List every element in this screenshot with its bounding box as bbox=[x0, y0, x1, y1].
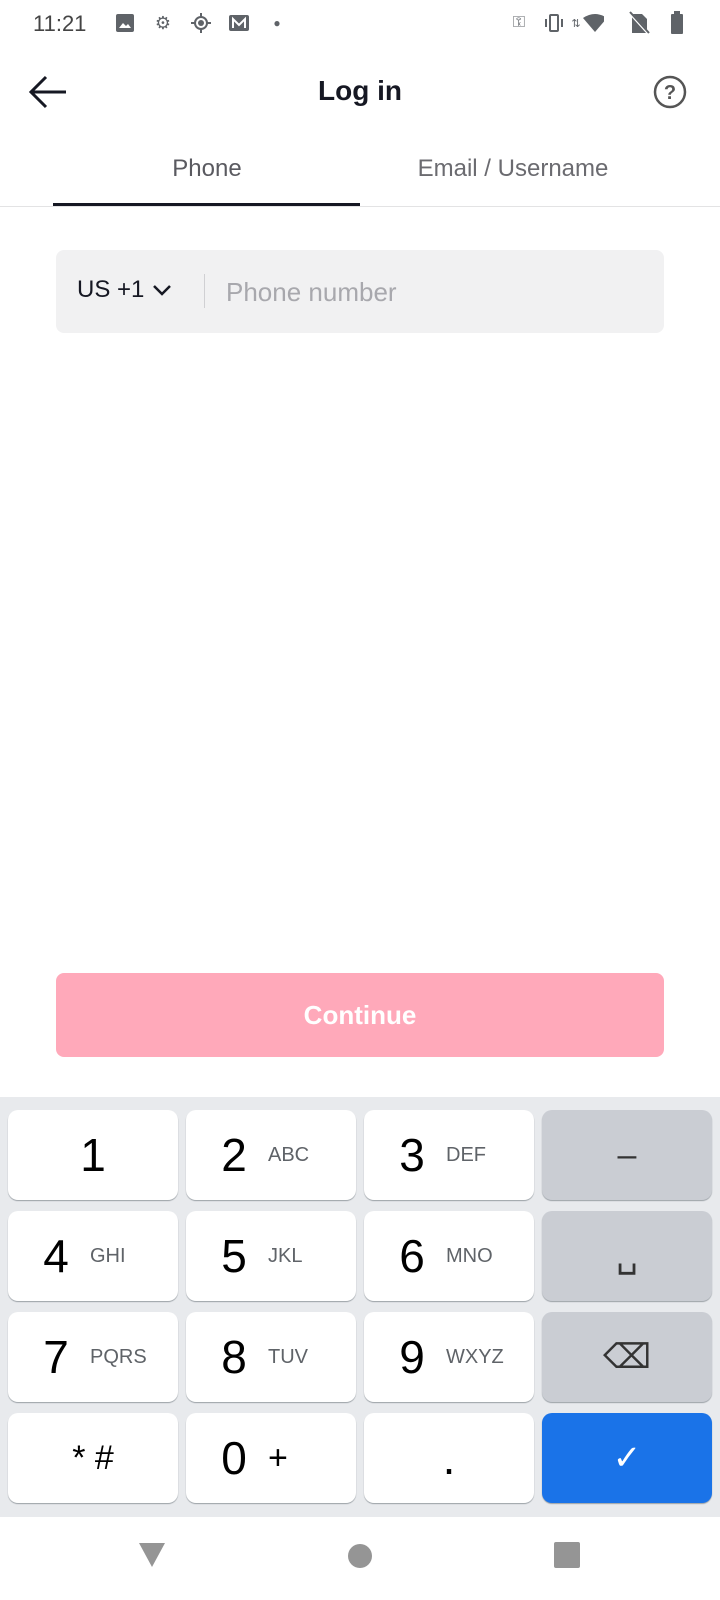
page-title: Log in bbox=[318, 75, 402, 106]
recents-square-icon[interactable] bbox=[554, 1542, 580, 1570]
key-0[interactable]: 0 + bbox=[186, 1413, 356, 1503]
divider bbox=[0, 206, 720, 207]
key-7[interactable]: 7 PQRS bbox=[8, 1312, 178, 1402]
key-digit: 6 bbox=[399, 1230, 425, 1282]
space-icon: ␣ bbox=[616, 1237, 638, 1275]
check-icon: ✓ bbox=[612, 1439, 642, 1477]
svg-text:?: ? bbox=[664, 82, 676, 104]
key-letters: DEF bbox=[446, 1143, 486, 1166]
back-triangle-icon[interactable] bbox=[138, 1541, 166, 1569]
continue-button[interactable]: Continue bbox=[56, 973, 664, 1057]
key-6[interactable]: 6 MNO bbox=[364, 1211, 534, 1301]
wifi-icon bbox=[582, 12, 604, 34]
image-icon bbox=[114, 12, 136, 34]
key-digit: 2 bbox=[221, 1129, 247, 1181]
key-letters: WXYZ bbox=[446, 1345, 504, 1368]
location-icon bbox=[190, 12, 212, 34]
home-circle-icon[interactable] bbox=[347, 1543, 373, 1569]
key-digit: . bbox=[442, 1432, 456, 1484]
key-letters: + bbox=[268, 1438, 288, 1477]
key-2[interactable]: 2 ABC bbox=[186, 1110, 356, 1200]
key-letters: MNO bbox=[446, 1244, 493, 1267]
key-3[interactable]: 3 DEF bbox=[364, 1110, 534, 1200]
status-time: 11:21 bbox=[33, 11, 87, 36]
no-sim-icon bbox=[628, 11, 650, 35]
numeric-keyboard: 1 2 ABC 3 DEF – 4 GHI 5 JKL 6 MNO ␣ 7 PQRS 8 TUV 9 WXYZ ⌫ * … bbox=[0, 1097, 720, 1517]
battery-icon bbox=[666, 11, 688, 34]
key-letters: PQRS bbox=[90, 1345, 147, 1368]
key-digit: * # bbox=[72, 1438, 114, 1477]
key-4[interactable]: 4 GHI bbox=[8, 1211, 178, 1301]
dash-icon: – bbox=[617, 1135, 637, 1174]
key-space[interactable]: ␣ bbox=[542, 1211, 712, 1301]
key-digit: 0 bbox=[221, 1432, 247, 1484]
help-circle-icon: ? bbox=[653, 75, 687, 109]
key-backspace[interactable]: ⌫ bbox=[542, 1312, 712, 1402]
key-8[interactable]: 8 TUV bbox=[186, 1312, 356, 1402]
phone-number-input[interactable] bbox=[226, 272, 646, 312]
key-letters: ABC bbox=[268, 1143, 310, 1166]
tab-phone[interactable]: Phone bbox=[54, 155, 360, 183]
country-code-selector[interactable]: US +1 bbox=[77, 276, 172, 304]
key-digit: 4 bbox=[43, 1230, 69, 1282]
vpn-key-icon: ⚿ bbox=[512, 14, 526, 31]
key-letters: JKL bbox=[268, 1244, 303, 1267]
key-digit: 3 bbox=[399, 1129, 425, 1181]
key-5[interactable]: 5 JKL bbox=[186, 1211, 356, 1301]
key-1[interactable]: 1 bbox=[8, 1110, 178, 1200]
gmail-icon bbox=[228, 12, 250, 34]
key-digit: 1 bbox=[80, 1129, 106, 1181]
key-digit: 8 bbox=[221, 1331, 247, 1383]
navigation-bar bbox=[0, 1517, 720, 1600]
status-bar: 11:21 ⚙ ● ⚿ ⇅ bbox=[0, 0, 720, 48]
key-digit: 9 bbox=[399, 1331, 425, 1383]
vibrate-icon bbox=[543, 12, 565, 34]
key-digit: 5 bbox=[221, 1230, 247, 1282]
tab-email-username[interactable]: Email / Username bbox=[360, 155, 666, 183]
key-star-hash[interactable]: * # bbox=[8, 1413, 178, 1503]
key-dash[interactable]: – bbox=[542, 1110, 712, 1200]
key-9[interactable]: 9 WXYZ bbox=[364, 1312, 534, 1402]
phone-input-group: US +1 bbox=[56, 250, 664, 333]
chevron-down-icon bbox=[153, 285, 172, 296]
key-digit: 7 bbox=[43, 1331, 69, 1383]
data-arrows-icon: ⇅ bbox=[571, 17, 581, 30]
help-button[interactable]: ? bbox=[652, 74, 688, 110]
key-done[interactable]: ✓ bbox=[542, 1413, 712, 1503]
key-letters: GHI bbox=[90, 1244, 126, 1267]
key-period[interactable]: . bbox=[364, 1413, 534, 1503]
gear-icon: ⚙ bbox=[154, 12, 172, 33]
dot-icon: ● bbox=[273, 16, 281, 30]
backspace-icon: ⌫ bbox=[602, 1338, 652, 1376]
country-code: US +1 bbox=[77, 276, 145, 303]
separator bbox=[204, 274, 205, 308]
key-letters: TUV bbox=[268, 1345, 308, 1368]
